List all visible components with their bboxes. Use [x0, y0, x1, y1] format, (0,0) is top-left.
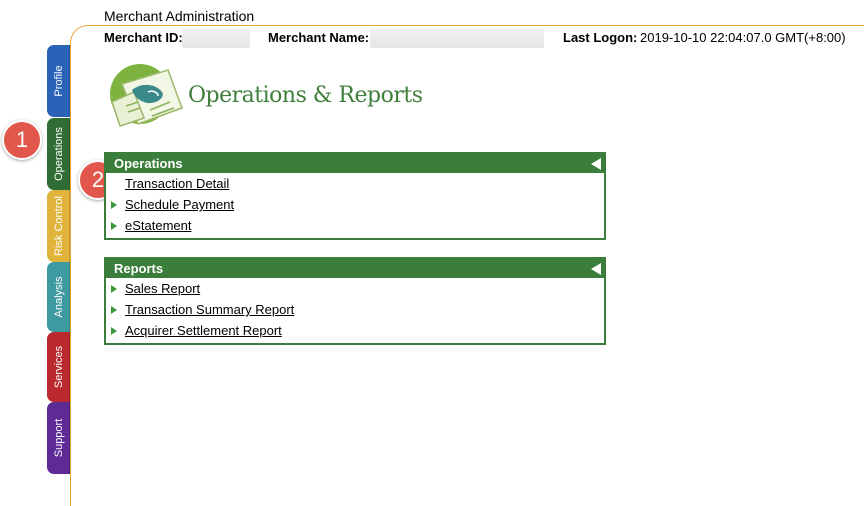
app-title: Merchant Administration: [104, 8, 255, 24]
list-item: eStatement: [106, 215, 604, 236]
tab-profile-label: Profile: [52, 65, 65, 97]
merchant-name-redacted: [370, 29, 544, 48]
callout-1: 1: [2, 120, 42, 160]
list-item: Transaction Summary Report: [106, 299, 604, 320]
tab-services[interactable]: Services: [47, 332, 70, 402]
page-title: Operations & Reports: [188, 83, 423, 108]
tab-risk-control-label: Risk Control: [52, 196, 65, 256]
reports-panel: Reports Sales Report Transaction Summary…: [104, 257, 606, 345]
list-item: Sales Report: [106, 278, 604, 299]
tab-services-label: Services: [52, 345, 65, 389]
bullet-arrow-icon: [111, 327, 117, 335]
last-logon-value: 2019-10-10 22:04:07.0 GMT(+8:00): [640, 30, 846, 45]
operations-panel-title: Operations: [114, 156, 183, 171]
operations-panel: Operations Transaction Detail Schedule P…: [104, 152, 606, 240]
merchant-id-redacted: [182, 29, 250, 48]
last-logon-label: Last Logon:: [563, 30, 638, 45]
bullet-arrow-icon: [111, 222, 117, 230]
merchant-id-label: Merchant ID:: [104, 30, 183, 45]
tab-analysis-label: Analysis: [52, 276, 65, 318]
operations-panel-header: Operations: [106, 154, 604, 173]
tab-profile[interactable]: Profile: [47, 45, 70, 117]
tab-support-label: Support: [52, 418, 65, 458]
reports-panel-header: Reports: [106, 259, 604, 278]
tab-operations[interactable]: Operations: [47, 118, 70, 190]
bullet-arrow-icon: [111, 285, 117, 293]
bullet-arrow-icon: [111, 306, 117, 314]
map-document-icon: [110, 64, 183, 127]
transaction-summary-report-link[interactable]: Transaction Summary Report: [125, 302, 294, 317]
estatement-link[interactable]: eStatement: [125, 218, 192, 233]
acquirer-settlement-report-link[interactable]: Acquirer Settlement Report: [125, 323, 282, 338]
tab-risk-control[interactable]: Risk Control: [47, 190, 70, 262]
list-item: Schedule Payment: [106, 194, 604, 215]
merchant-info-bar: Merchant ID: Merchant Name: Last Logon: …: [104, 29, 849, 48]
list-item: Acquirer Settlement Report: [106, 320, 604, 341]
sales-report-link[interactable]: Sales Report: [125, 281, 200, 296]
transaction-detail-link[interactable]: Transaction Detail: [125, 176, 229, 191]
collapse-triangle-icon[interactable]: [591, 158, 601, 170]
tab-support[interactable]: Support: [47, 402, 70, 474]
list-item: Transaction Detail: [106, 173, 604, 194]
reports-panel-title: Reports: [114, 261, 164, 276]
tab-analysis[interactable]: Analysis: [47, 262, 70, 332]
schedule-payment-link[interactable]: Schedule Payment: [125, 197, 234, 212]
bullet-arrow-icon: [111, 201, 117, 209]
tab-operations-label: Operations: [52, 127, 65, 181]
merchant-name-label: Merchant Name:: [268, 30, 370, 45]
collapse-triangle-icon[interactable]: [591, 263, 601, 275]
